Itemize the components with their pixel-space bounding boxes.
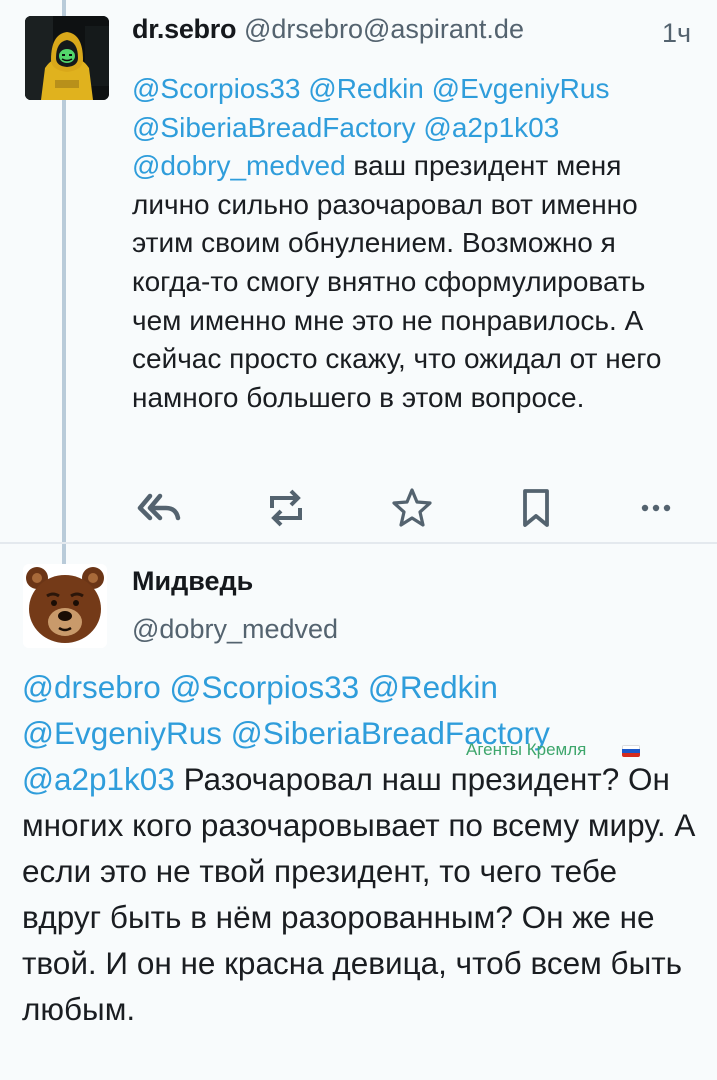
boost-icon[interactable] <box>266 486 306 530</box>
reply-author-handle[interactable]: @dobry_medved <box>132 614 338 645</box>
favourite-icon[interactable] <box>390 486 434 530</box>
post-actions <box>134 486 674 530</box>
hooded-figure-avatar-image <box>25 16 109 100</box>
post-timestamp[interactable]: 1ч <box>662 18 691 49</box>
bear-avatar-image <box>23 564 107 648</box>
post-text: ваш президент меня лично сильно разочаро… <box>132 150 662 413</box>
reply-all-icon[interactable] <box>134 486 182 530</box>
reply-content: @drsebro @Scorpios33 @Redkin @EvgeniyRus… <box>22 664 702 1032</box>
post-author-handle[interactable]: @drsebro@aspirant.de <box>244 14 524 45</box>
post-divider <box>0 542 717 544</box>
mention-link[interactable]: @a2p1k03 <box>22 761 175 797</box>
post-author-name[interactable]: dr.sebro <box>132 14 236 45</box>
mention-links[interactable]: @drsebro @Scorpios33 @Redkin <box>22 669 498 705</box>
reply-text: Разочаровал наш президент? Он многих ког… <box>22 761 696 1027</box>
bookmark-icon[interactable] <box>520 486 552 530</box>
watermark: Агенты Кремля <box>466 740 587 759</box>
mention-link[interactable]: @dobry_medved <box>132 150 346 181</box>
russian-flag-icon <box>622 745 640 757</box>
avatar[interactable] <box>23 564 107 648</box>
avatar[interactable] <box>25 16 109 100</box>
mention-links[interactable]: @Scorpios33 @Redkin @EvgeniyRus <box>132 73 609 104</box>
post-content: @Scorpios33 @Redkin @EvgeniyRus @Siberia… <box>132 70 692 417</box>
reply-author-name[interactable]: Мидведь <box>132 566 253 597</box>
more-icon[interactable] <box>638 486 674 530</box>
mention-links[interactable]: @SiberiaBreadFactory @a2p1k03 <box>132 112 559 143</box>
